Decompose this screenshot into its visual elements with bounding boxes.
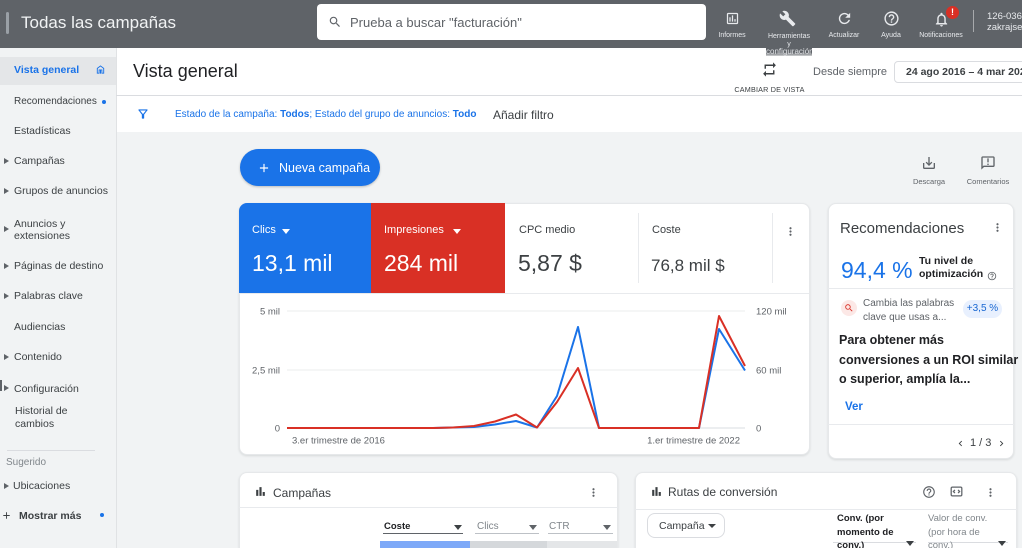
svg-text:5 mil: 5 mil (260, 307, 280, 318)
svg-text:0: 0 (275, 424, 280, 435)
svg-text:120 mil: 120 mil (756, 307, 787, 318)
svg-text:3.er trimestre de 2016: 3.er trimestre de 2016 (292, 436, 385, 447)
svg-text:0: 0 (756, 424, 761, 435)
svg-text:1.er trimestre de 2022: 1.er trimestre de 2022 (647, 436, 740, 447)
svg-text:60 mil: 60 mil (756, 366, 781, 377)
svg-text:2,5 mil: 2,5 mil (252, 366, 280, 377)
